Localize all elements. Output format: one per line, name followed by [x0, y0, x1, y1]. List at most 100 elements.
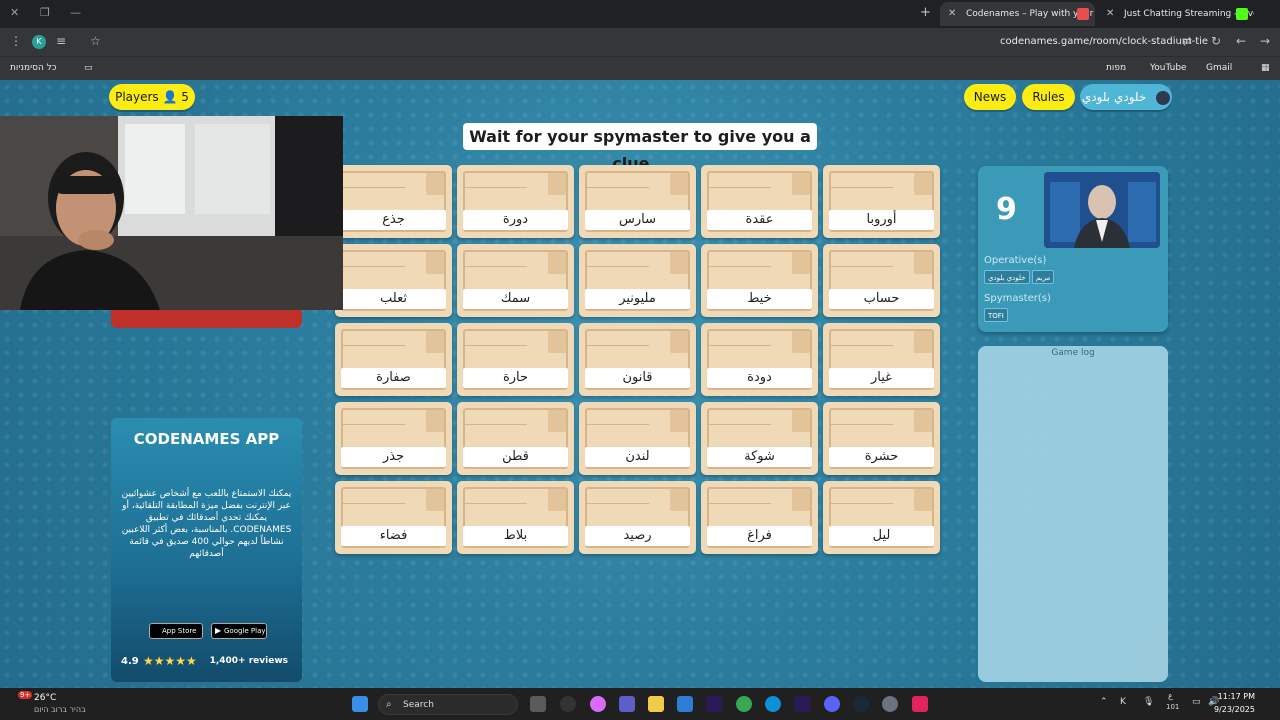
start-windows-icon[interactable]: [352, 696, 368, 712]
word-card[interactable]: بلاط: [457, 481, 574, 554]
settings-gear-icon[interactable]: [882, 696, 898, 712]
close-tab-icon[interactable]: ✕: [1106, 8, 1114, 19]
profile-avatar[interactable]: K: [32, 35, 46, 49]
word-card[interactable]: جذر: [335, 402, 452, 475]
task-view-icon[interactable]: [530, 696, 546, 712]
card-portrait-icon: [426, 410, 444, 432]
network-icon[interactable]: ▭: [1192, 697, 1201, 707]
word-card[interactable]: ثعلب: [335, 244, 452, 317]
maximize-window-icon[interactable]: ❐: [40, 6, 50, 19]
forward-icon[interactable]: →: [1260, 34, 1270, 48]
word-card[interactable]: عقدة: [701, 165, 818, 238]
news-button[interactable]: News: [964, 84, 1016, 110]
weather-temperature[interactable]: 26°C: [34, 693, 56, 703]
card-word: ثعلب: [341, 289, 446, 309]
search-icon: ⌕: [386, 699, 392, 710]
card-portrait-icon: [914, 489, 932, 511]
username-label: خلودي بلودي: [1081, 90, 1147, 104]
store-icon[interactable]: [677, 696, 693, 712]
all-bookmarks-folder[interactable]: כל הסימניות: [10, 63, 57, 73]
tab-codenames[interactable]: ✕ Codenames – Play with your Fr: [940, 2, 1095, 26]
keyboard-layout: 101: [1166, 703, 1180, 711]
word-card[interactable]: حشرة: [823, 402, 940, 475]
new-tab-icon[interactable]: +: [920, 5, 931, 20]
game-log-panel[interactable]: Game log: [978, 346, 1168, 682]
clock-time[interactable]: 11:17 PM: [1218, 692, 1255, 701]
tab-kick[interactable]: ✕ Just Chatting Streaming - Live: [1098, 2, 1254, 26]
apps-grid-icon[interactable]: ▦: [1261, 63, 1270, 73]
word-card[interactable]: فراغ: [701, 481, 818, 554]
codenames-favicon-icon: [1077, 8, 1089, 20]
app-store-button[interactable]: App Store: [149, 623, 203, 639]
card-word: شوكة: [707, 447, 812, 467]
word-card[interactable]: جذع: [335, 165, 452, 238]
star-rating-icon: ★★★★★: [143, 654, 197, 668]
word-card[interactable]: حارة: [457, 323, 574, 396]
rules-button[interactable]: Rules: [1022, 84, 1075, 110]
back-icon[interactable]: ←: [1236, 34, 1246, 48]
clock-date[interactable]: 9/23/2025: [1214, 705, 1255, 714]
menu-dots-icon[interactable]: ⋮: [10, 34, 22, 48]
card-word: حارة: [463, 368, 568, 388]
url-field[interactable]: codenames.game/room/clock-stadium-tie: [1000, 36, 1208, 47]
players-button[interactable]: Players 👤 5: [109, 84, 195, 110]
app-icon[interactable]: [560, 696, 576, 712]
card-word: أوروبا: [829, 210, 934, 230]
bookmark-youtube[interactable]: YouTube: [1150, 63, 1187, 73]
card-word: فضاء: [341, 526, 446, 546]
card-word: قطن: [463, 447, 568, 467]
premiere-icon[interactable]: [794, 696, 810, 712]
card-portrait-icon: [792, 331, 810, 353]
word-card[interactable]: قانون: [579, 323, 696, 396]
microphone-icon[interactable]: 🎙: [1143, 697, 1154, 707]
word-card[interactable]: دودة: [701, 323, 818, 396]
bookmark-star-icon[interactable]: ☆: [90, 34, 101, 48]
card-portrait-icon: [548, 489, 566, 511]
word-card[interactable]: سارس: [579, 165, 696, 238]
language-indicator[interactable]: ع: [1168, 691, 1173, 700]
word-card[interactable]: مليونير: [579, 244, 696, 317]
word-card[interactable]: صفارة: [335, 323, 452, 396]
kick-tray-icon[interactable]: K: [1120, 697, 1126, 707]
app-promo-panel[interactable]: CODENAMES APP يمكنك الاستمتاع باللعب مع …: [111, 418, 302, 682]
edge-icon[interactable]: [765, 696, 781, 712]
word-card[interactable]: حساب: [823, 244, 940, 317]
user-menu-button[interactable]: خلودي بلودي: [1080, 84, 1172, 110]
word-card[interactable]: خيط: [701, 244, 818, 317]
taskbar-search[interactable]: ⌕ Search: [378, 694, 518, 715]
chrome-icon[interactable]: [736, 696, 752, 712]
operative-chip: مريم: [1032, 270, 1055, 284]
word-card[interactable]: دورة: [457, 165, 574, 238]
weather-description: בהיר ברוב היום: [34, 705, 86, 714]
word-card[interactable]: أوروبا: [823, 165, 940, 238]
discord-icon[interactable]: [824, 696, 840, 712]
chevron-up-icon[interactable]: ⌃: [1100, 697, 1108, 707]
word-card[interactable]: سمك: [457, 244, 574, 317]
after-effects-icon[interactable]: [706, 696, 722, 712]
extensions-icon[interactable]: ≡: [56, 34, 66, 48]
word-card[interactable]: رصيد: [579, 481, 696, 554]
app-store-label: App Store: [162, 627, 197, 635]
close-window-icon[interactable]: ✕: [10, 6, 19, 19]
word-card[interactable]: قطن: [457, 402, 574, 475]
bookmark-gmail[interactable]: Gmail: [1206, 63, 1232, 73]
bookmark-maps[interactable]: מפות: [1106, 63, 1126, 73]
card-word: عقدة: [707, 210, 812, 230]
app-red-icon[interactable]: [912, 696, 928, 712]
card-portrait-icon: [792, 173, 810, 195]
minimize-window-icon[interactable]: —: [70, 6, 81, 19]
reload-icon[interactable]: ↻: [1211, 34, 1221, 48]
word-card[interactable]: غيار: [823, 323, 940, 396]
teams-icon[interactable]: [619, 696, 635, 712]
word-card[interactable]: فضاء: [335, 481, 452, 554]
file-explorer-icon[interactable]: [648, 696, 664, 712]
word-card[interactable]: شوكة: [701, 402, 818, 475]
copilot-icon[interactable]: [590, 696, 606, 712]
word-card[interactable]: ليل: [823, 481, 940, 554]
card-word: خيط: [707, 289, 812, 309]
steam-icon[interactable]: [853, 696, 869, 712]
close-tab-icon[interactable]: ✕: [948, 8, 956, 19]
site-settings-icon[interactable]: ⇄: [1182, 34, 1192, 48]
google-play-button[interactable]: ▶ Google Play: [211, 623, 267, 639]
word-card[interactable]: لندن: [579, 402, 696, 475]
